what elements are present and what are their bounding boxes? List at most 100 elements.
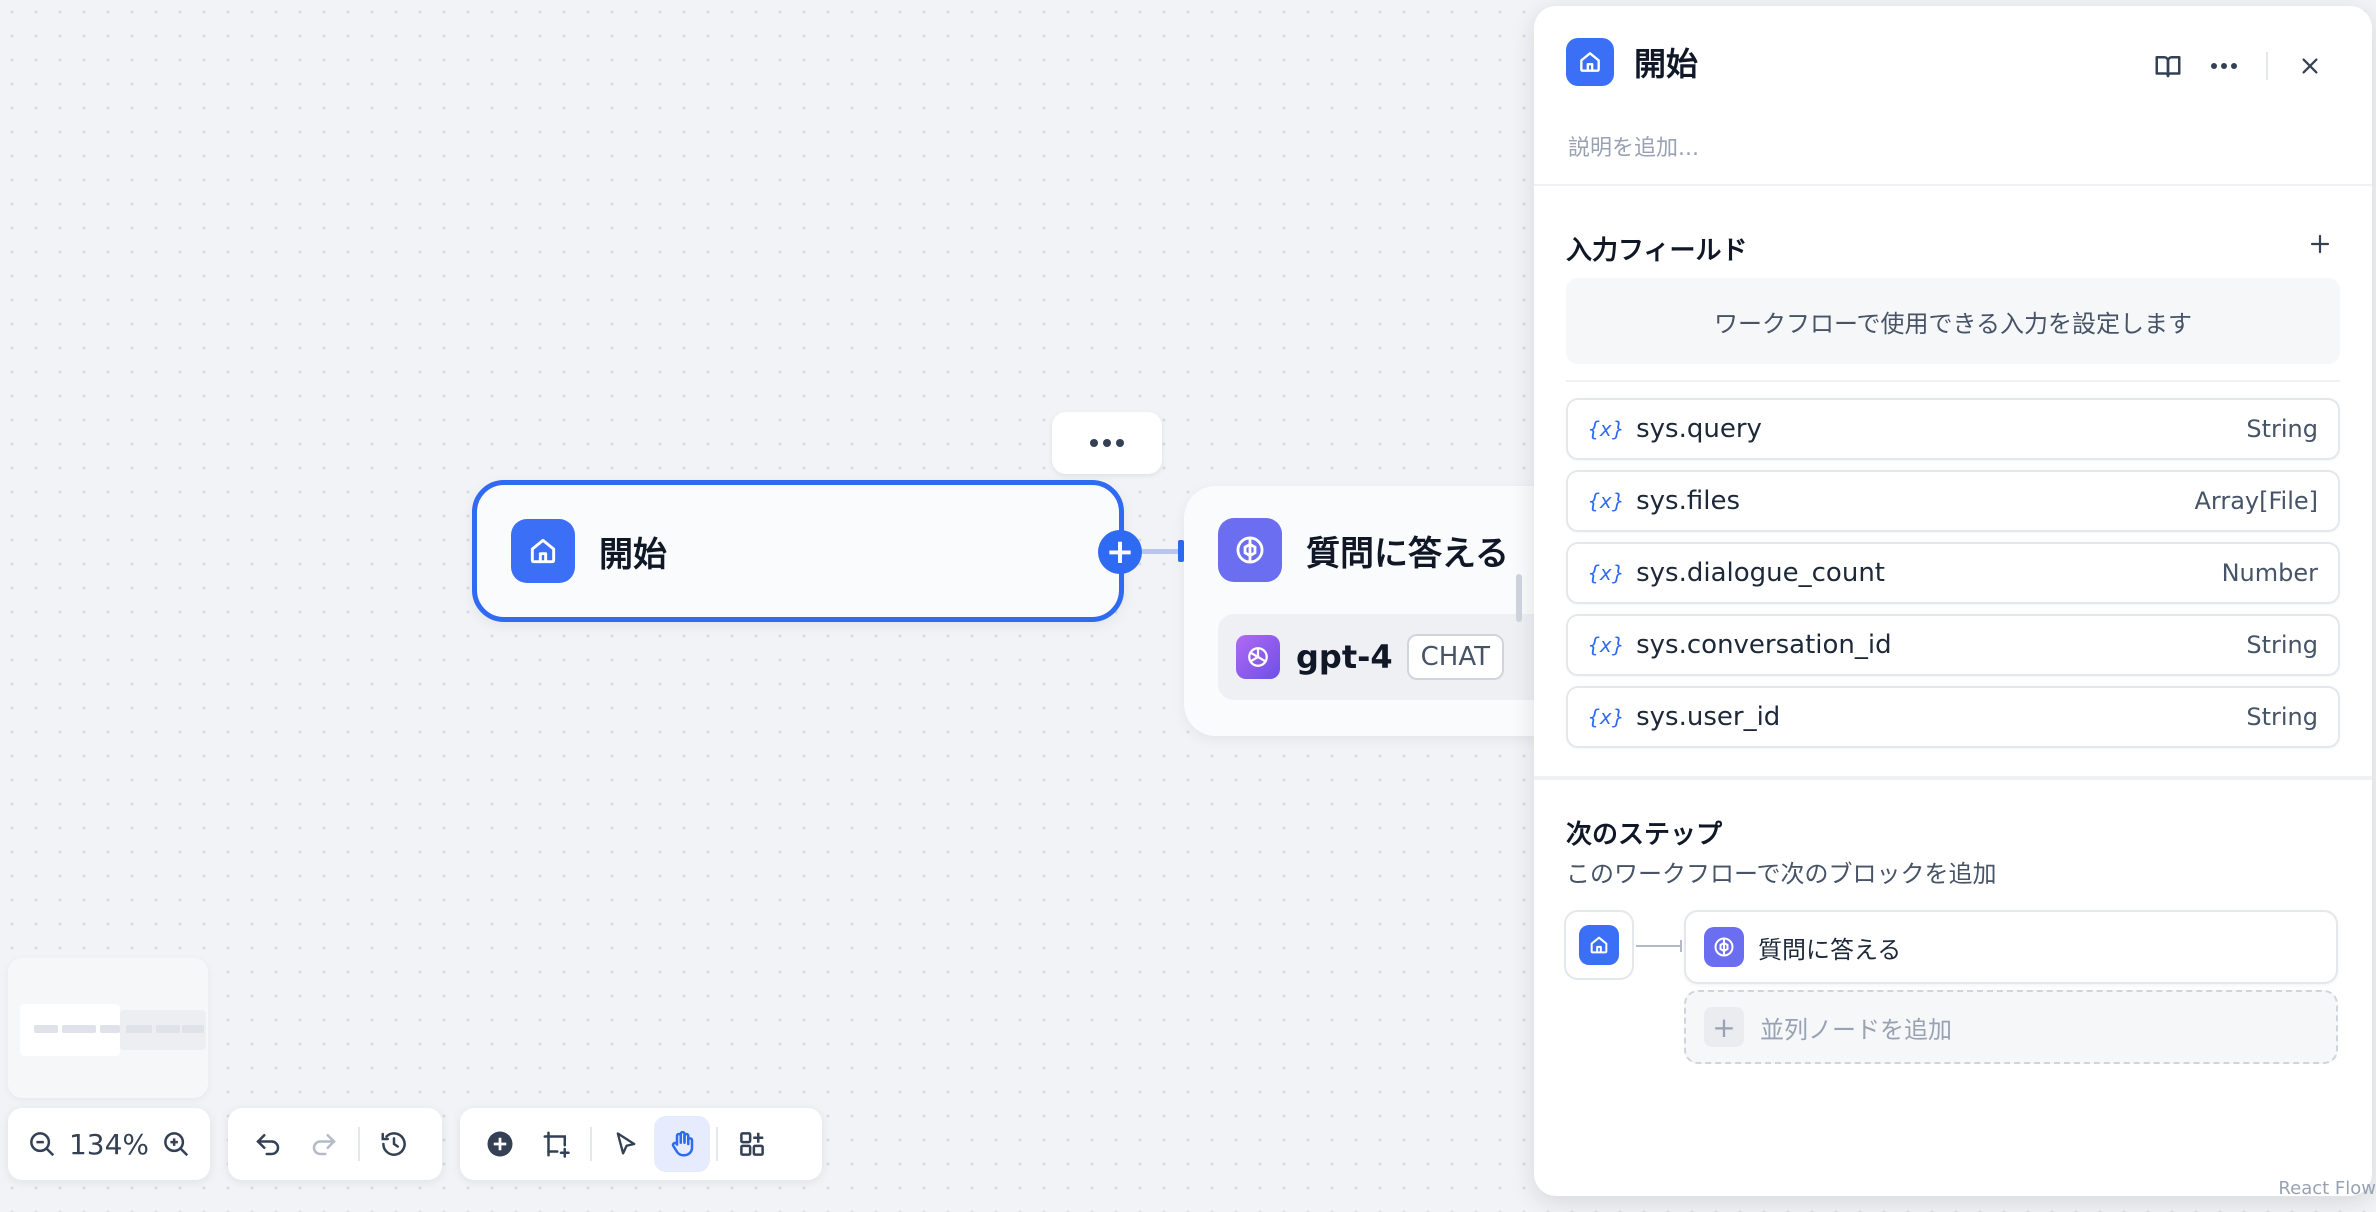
pointer-icon [616,1132,636,1155]
variable-name: sys.files [1636,486,1741,516]
variable-name: sys.conversation_id [1636,630,1892,660]
model-mode-badge: CHAT [1406,634,1505,680]
add-note-button[interactable] [528,1116,584,1172]
close-icon [2302,58,2318,74]
hand-mode-button[interactable] [654,1116,710,1172]
variable-row[interactable]: {x} sys.conversation_id String [1566,614,2340,676]
plus-icon: + [1704,1007,1744,1047]
organize-button[interactable] [724,1116,780,1172]
system-variable-list: {x} sys.query String {x} sys.files Array… [1566,398,2340,758]
zoom-in-button[interactable] [156,1116,196,1172]
home-icon [511,519,575,583]
section-divider [1566,380,2340,382]
redo-icon [312,1134,336,1156]
variable-icon: {x} [1588,561,1625,585]
history-button[interactable] [366,1116,422,1172]
close-button[interactable] [2290,46,2330,86]
next-step-subtitle: このワークフローで次のブロックを追加 [1566,860,1997,888]
book-icon [2155,56,2181,78]
add-node-button[interactable] [472,1116,528,1172]
variable-row[interactable]: {x} sys.query String [1566,398,2340,460]
header-divider [2266,52,2268,80]
add-node-icon [487,1131,513,1157]
variable-name: sys.user_id [1636,702,1781,732]
minimap-node [34,1025,58,1033]
llm-node-title: 質問に答える [1306,533,1509,574]
variable-name: sys.dialogue_count [1636,558,1885,588]
add-note-icon [543,1131,570,1158]
attribution-link[interactable]: React Flow [2278,1178,2376,1199]
next-step-source [1564,910,1634,980]
pointer-mode-button[interactable] [598,1116,654,1172]
node-more-button[interactable] [1052,412,1162,474]
docs-button[interactable] [2148,46,2188,86]
hand-icon [671,1130,694,1157]
undo-icon [256,1134,280,1156]
variable-type: String [2246,703,2318,731]
toolbar-divider [358,1127,360,1161]
home-icon [1579,925,1619,965]
brain-icon [1218,518,1282,582]
minimap[interactable] [8,958,208,1098]
next-step-target-label: 質問に答える [1758,935,1902,964]
openai-icon [1236,635,1280,679]
next-step-title: 次のステップ [1566,820,1723,850]
history-toolbar [228,1108,442,1180]
tools-toolbar [460,1108,822,1180]
home-icon [1566,38,1614,86]
start-node[interactable]: 開始 [472,480,1124,622]
variable-type: String [2246,415,2318,443]
next-step-connector [1636,945,1682,947]
minimap-node [156,1025,180,1033]
minimap-node [126,1025,152,1033]
brain-icon [1704,927,1744,967]
section-divider [1534,184,2372,186]
section-divider [1534,776,2372,780]
add-parallel-node-label: 並列ノードを追加 [1760,1015,1952,1044]
zoom-out-button[interactable] [22,1116,62,1172]
variable-name: sys.query [1636,414,1762,444]
minimap-node [100,1025,120,1033]
input-fields-hint: ワークフローで使用できる入力を設定します [1566,278,2340,364]
zoom-level[interactable]: 134% [69,1128,149,1161]
variable-type: String [2246,631,2318,659]
more-horizontal-icon [2211,63,2237,69]
variable-type: Array[File] [2194,487,2318,515]
plus-icon: + [1105,532,1135,572]
zoom-out-icon [30,1132,55,1157]
add-input-button[interactable] [2308,232,2332,256]
variable-icon: {x} [1588,705,1625,729]
next-step-target[interactable]: 質問に答える [1684,910,2338,984]
variable-type: Number [2221,559,2318,587]
model-selector[interactable]: gpt-4 CHAT [1218,614,1578,700]
llm-node[interactable]: 質問に答える gpt-4 CHAT [1184,486,1578,736]
node-detail-panel: 開始 説明を追加... 入力フィールド ワークフローで使用できる入力を設定します [1534,6,2372,1196]
variable-row[interactable]: {x} sys.files Array[File] [1566,470,2340,532]
variable-icon: {x} [1588,417,1625,441]
node-resize-handle[interactable] [1516,574,1522,622]
history-icon [381,1132,406,1156]
add-next-node-handle[interactable]: + [1098,530,1142,574]
variable-row[interactable]: {x} sys.user_id String [1566,686,2340,748]
next-step-connector-end [1680,940,1682,952]
more-horizontal-icon [1090,439,1124,447]
start-node-title: 開始 [599,534,667,575]
add-parallel-node-button[interactable]: + 並列ノードを追加 [1684,990,2338,1064]
redo-button[interactable] [296,1116,352,1172]
description-input[interactable]: 説明を追加... [1568,130,1699,162]
model-name: gpt-4 [1296,638,1393,676]
undo-button[interactable] [240,1116,296,1172]
organize-icon [740,1132,764,1156]
minimap-node [62,1025,96,1033]
variable-row[interactable]: {x} sys.dialogue_count Number [1566,542,2340,604]
panel-more-button[interactable] [2204,46,2244,86]
zoom-toolbar: 134% [8,1108,210,1180]
toolbar-divider [590,1127,592,1161]
input-fields-title: 入力フィールド [1566,236,1748,266]
plus-icon [2310,234,2330,254]
toolbar-divider [716,1127,718,1161]
panel-title[interactable]: 開始 [1634,39,1698,85]
minimap-node [182,1025,204,1033]
zoom-in-icon [164,1132,189,1157]
variable-icon: {x} [1588,489,1625,513]
